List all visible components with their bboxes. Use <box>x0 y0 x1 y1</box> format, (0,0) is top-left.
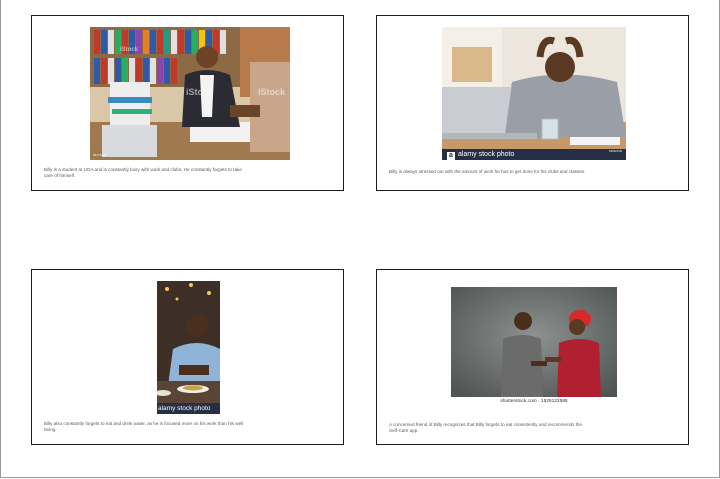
eating-at-table-image <box>157 281 220 414</box>
image-source-caption: shutterstock.com · 1529122595 <box>500 399 568 404</box>
alamy-logo-icon: a <box>447 152 455 160</box>
alamy-watermark-label: alamy stock photo <box>158 405 211 412</box>
storyboard-panel-2: a alamy stock photo MRW43R Billy is alway… <box>376 15 689 191</box>
photo-friends-talking <box>451 287 617 397</box>
photo-id: MRW43R <box>609 149 622 153</box>
storyboard-panel-4: shutterstock.com · 1529122595 A concerne… <box>376 269 689 445</box>
photo-stressed-at-laptop: a alamy stock photo MRW43R <box>442 27 626 160</box>
istock-watermark: iStock <box>120 47 139 53</box>
alamy-watermark-label: alamy stock photo <box>458 151 515 158</box>
storyboard-panel-1: iStock iStock iStock 92771234 Billy is a… <box>31 15 344 191</box>
friends-talking-image <box>451 287 617 397</box>
alamy-watermark-bar: a alamy stock photo <box>442 149 626 160</box>
storyboard-panel-3: alamy stock photo Billy also constantly … <box>31 269 344 445</box>
panel-caption: Billy is a student at UGA and is constan… <box>44 167 242 178</box>
photo-id: 92771234 <box>93 153 107 157</box>
istock-watermark: iStock <box>258 87 286 97</box>
panel-caption: A concerned friend of Billy recognizes t… <box>389 422 583 433</box>
photo-student-at-desk: iStock iStock iStock 92771234 <box>90 27 290 160</box>
alamy-watermark-bar: alamy stock photo <box>157 403 220 414</box>
panel-caption: Billy also constantly forgets to eat and… <box>44 421 244 432</box>
stressed-at-laptop-image <box>442 27 626 160</box>
photo-eating-at-table: alamy stock photo <box>157 281 220 414</box>
istock-watermark: iStock <box>186 87 214 97</box>
panel-caption: Billy is always stressed out with the am… <box>389 169 586 174</box>
